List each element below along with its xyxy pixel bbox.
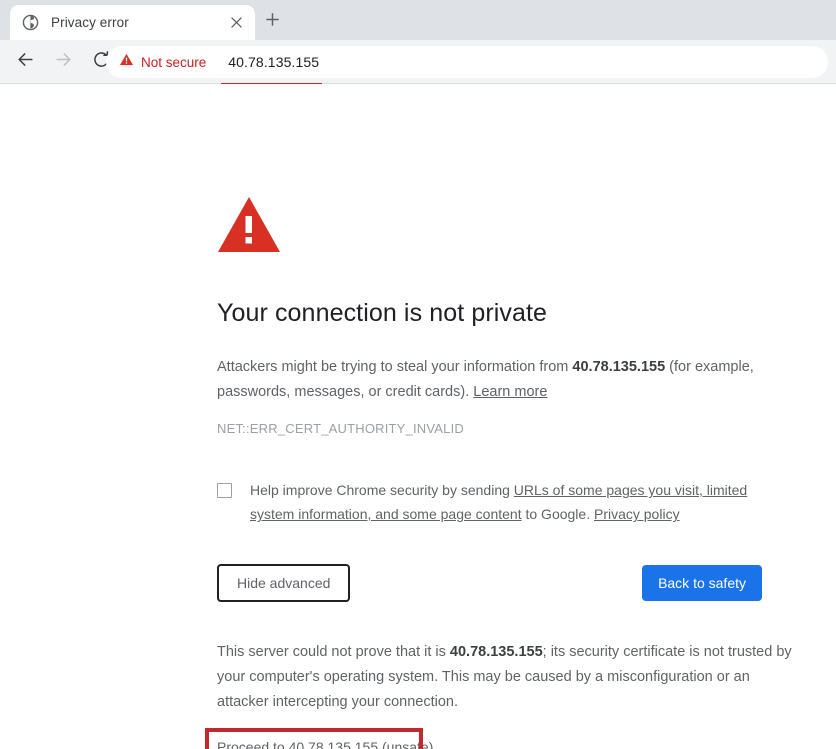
attackers-prefix: Attackers might be trying to steal your … xyxy=(217,359,573,376)
button-row: Hide advanced Back to safety xyxy=(217,564,762,603)
improve-security-checkbox[interactable] xyxy=(217,483,232,499)
ssl-interstitial-page: Your connection is not private Attackers… xyxy=(0,84,836,749)
attackers-paragraph: Attackers might be trying to steal your … xyxy=(217,355,797,405)
tab-strip: Privacy error xyxy=(0,0,836,40)
forward-button xyxy=(47,46,79,78)
url-text[interactable]: 40.78.135.155 xyxy=(228,54,319,70)
hide-advanced-button[interactable]: Hide advanced xyxy=(217,564,351,603)
warning-triangle-icon xyxy=(217,196,797,258)
browser-window: Privacy error Not secure 40.78.135.155 Y… xyxy=(0,0,836,749)
learn-more-link[interactable]: Learn more xyxy=(473,384,547,400)
advanced-host: 40.78.135.155 xyxy=(449,644,543,661)
plus-icon xyxy=(265,13,279,31)
tab-title: Privacy error xyxy=(51,15,129,30)
proceed-link-wrapper: Proceed to 40.78.135.155 (unsafe) xyxy=(205,728,433,749)
back-button[interactable] xyxy=(9,46,41,78)
opt-in-text: Help improve Chrome security by sending … xyxy=(250,478,780,526)
browser-toolbar: Not secure 40.78.135.155 xyxy=(0,40,836,118)
new-tab-button[interactable] xyxy=(258,8,286,36)
opt-in-row: Help improve Chrome security by sending … xyxy=(217,478,797,526)
back-arrow-icon xyxy=(16,50,35,74)
privacy-policy-link[interactable]: Privacy policy xyxy=(594,506,680,522)
globe-icon xyxy=(22,14,39,31)
proceed-unsafe-link[interactable]: Proceed to 40.78.135.155 (unsafe) xyxy=(217,737,433,749)
opt-in-prefix: Help improve Chrome security by sending xyxy=(250,482,514,499)
forward-arrow-icon xyxy=(54,50,73,74)
page-title: Your connection is not private xyxy=(217,299,548,327)
close-icon[interactable] xyxy=(224,11,248,35)
advanced-explanation: This server could not prove that it is 4… xyxy=(217,640,797,715)
back-to-safety-button[interactable]: Back to safety xyxy=(642,565,762,602)
interstitial-content: Your connection is not private Attackers… xyxy=(205,196,797,749)
opt-in-middle: to Google. xyxy=(521,506,594,523)
security-status[interactable]: Not secure xyxy=(119,52,206,72)
advanced-panel: This server could not prove that it is 4… xyxy=(205,640,797,749)
warning-triangle-icon xyxy=(119,52,134,72)
tab-privacy-error[interactable]: Privacy error xyxy=(10,5,255,40)
attackers-host: 40.78.135.155 xyxy=(572,359,666,376)
address-bar[interactable]: Not secure 40.78.135.155 xyxy=(106,46,828,78)
error-code: NET::ERR_CERT_AUTHORITY_INVALID xyxy=(217,421,464,437)
not-secure-label: Not secure xyxy=(141,54,207,70)
advanced-prefix: This server could not prove that it is xyxy=(217,644,450,661)
